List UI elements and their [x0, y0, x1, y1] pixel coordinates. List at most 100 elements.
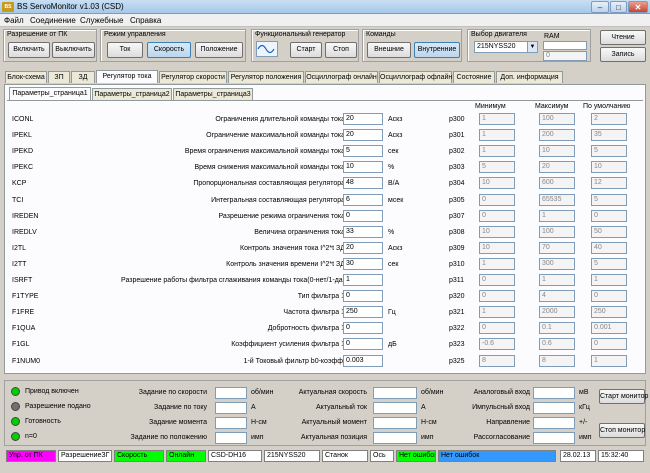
monitor-label: Аналоговый вход	[473, 389, 530, 396]
stop-monitor-button[interactable]: Стоп монитор	[599, 423, 645, 438]
param-default: 5	[591, 258, 627, 270]
param-max: 1	[539, 274, 575, 286]
menu-service[interactable]: Служебные	[80, 16, 123, 25]
position-mode-button[interactable]: Положение	[195, 42, 243, 58]
param-description: Время снижения максимальной команды тока	[194, 164, 345, 171]
pc-enable-group: Разрешение от ПК Включить Выключить	[3, 29, 97, 62]
speed-mode-button[interactable]: Скорость	[147, 42, 191, 58]
generator-stop-button[interactable]: Стоп	[325, 42, 357, 58]
maximize-button[interactable]: □	[610, 1, 627, 13]
param-value-input[interactable]: 10	[343, 161, 383, 173]
param-min: 1	[479, 258, 515, 270]
param-description: Время ограничения максимальной команды т…	[184, 148, 345, 155]
param-value-input[interactable]: 0	[343, 338, 383, 350]
minimize-button[interactable]: –	[591, 1, 609, 13]
monitor-label: Актуальная позиция	[300, 434, 367, 441]
param-id: IPEKD	[12, 148, 34, 155]
tab-extra-info[interactable]: Доп. информация	[496, 71, 563, 83]
param-value-input[interactable]: 5	[343, 145, 383, 157]
disable-button[interactable]: Выключить	[52, 42, 95, 58]
tab-current-regulator[interactable]: Регулятор тока	[96, 70, 158, 83]
param-value-input[interactable]: 0	[343, 210, 383, 222]
param-value-input[interactable]: 30	[343, 258, 383, 270]
param-default: 2	[591, 113, 627, 125]
column-header-min: Минимум	[475, 103, 506, 110]
param-value-input[interactable]: 250	[343, 306, 383, 318]
ram-label: RAM	[544, 33, 560, 40]
write-button[interactable]: Запись	[600, 47, 646, 62]
param-min: 0	[479, 290, 515, 302]
tab-block-diagram[interactable]: Блок-схема	[5, 71, 47, 83]
function-generator-label: Функциональный генератор	[255, 31, 346, 38]
tab-scope-offline[interactable]: Осциллограф офлайн	[379, 71, 452, 83]
param-max: 600	[539, 177, 575, 189]
param-value-input[interactable]: 20	[343, 129, 383, 141]
menu-help[interactable]: Справка	[130, 16, 161, 25]
param-description: Величина ограничения тока	[254, 229, 345, 236]
tab-zp[interactable]: ЗП	[48, 71, 70, 83]
tab-position-regulator[interactable]: Регулятор положения	[228, 71, 304, 83]
monitor-label: Актуальный ток	[316, 404, 367, 411]
monitor-label: Импульсный вход	[472, 404, 530, 411]
external-commands-button[interactable]: Внешние	[367, 42, 411, 58]
param-id: F1FRE	[12, 309, 35, 316]
monitor-unit: кГц	[579, 404, 590, 411]
monitor-label: Задание по току	[153, 404, 207, 411]
param-code: р310	[449, 261, 465, 268]
tab-zd[interactable]: ЗД	[71, 71, 95, 83]
param-value-input[interactable]: 48	[343, 177, 383, 189]
close-button[interactable]: ✕	[628, 1, 648, 13]
param-code: р307	[449, 213, 465, 220]
param-value-input[interactable]: 33	[343, 226, 383, 238]
monitor-unit: Н-см	[421, 419, 437, 426]
param-unit: сек	[388, 148, 399, 155]
param-value-input[interactable]: 0.003	[343, 355, 383, 367]
subtab-page2[interactable]: Параметры_страница2	[92, 88, 172, 100]
start-monitor-button[interactable]: Старт монитор	[599, 389, 648, 404]
param-id: TCI	[12, 197, 24, 204]
torque-mode-button[interactable]: Ток	[107, 42, 143, 58]
monitor-value	[533, 432, 575, 444]
param-value-input[interactable]: 20	[343, 113, 383, 125]
param-description: Частота фильтра 1	[283, 309, 345, 316]
tab-speed-regulator[interactable]: Регулятор скорости	[159, 71, 227, 83]
status-cell: Нет ошибок	[438, 450, 556, 462]
function-generator-group: Функциональный генератор Старт Стоп	[251, 29, 359, 62]
param-value-input[interactable]: 1	[343, 274, 383, 286]
tab-state[interactable]: Состояние	[453, 71, 495, 83]
chevron-down-icon[interactable]: ▼	[527, 42, 537, 52]
param-min: 5	[479, 161, 515, 173]
param-id: F1GL	[12, 341, 30, 348]
subtab-page1[interactable]: Параметры_страница1	[9, 87, 91, 100]
param-id: IREDLV	[12, 229, 37, 236]
param-default: 0	[591, 338, 627, 350]
param-id: I2TT	[12, 261, 27, 268]
menu-file[interactable]: Файл	[4, 16, 24, 25]
param-code: р302	[449, 148, 465, 155]
param-default: 12	[591, 177, 627, 189]
param-value-input[interactable]: 6	[343, 194, 383, 206]
internal-commands-button[interactable]: Внутренние	[414, 42, 460, 58]
monitor-unit: имп	[579, 434, 592, 441]
monitor-unit: +/-	[579, 419, 588, 426]
motor-select[interactable]: 215NYSS20 ▼	[474, 41, 538, 53]
subtab-page3[interactable]: Параметры_страница3	[173, 88, 253, 100]
generator-start-button[interactable]: Старт	[290, 42, 322, 58]
menu-connection[interactable]: Соединение	[30, 16, 76, 25]
pc-enable-label: Разрешение от ПК	[7, 31, 68, 38]
param-value-input[interactable]: 0	[343, 322, 383, 334]
status-cell: 28.02.13	[560, 450, 596, 462]
read-button[interactable]: Чтение	[600, 30, 646, 45]
param-description: Разрешение работы фильтра сглаживания ко…	[121, 277, 345, 284]
param-value-input[interactable]: 0	[343, 290, 383, 302]
enable-button[interactable]: Включить	[8, 42, 50, 58]
tab-scope-online[interactable]: Осциллограф онлайн	[305, 71, 378, 83]
monitor-label: Рассогласование	[473, 434, 530, 441]
ram-field[interactable]	[543, 41, 587, 50]
param-value-input[interactable]: 20	[343, 242, 383, 254]
param-min: 0	[479, 210, 515, 222]
param-max: 1	[539, 210, 575, 222]
param-id: F1NUM0	[12, 358, 41, 365]
param-default: 50	[591, 226, 627, 238]
motor-select-value: 215NYSS20	[477, 43, 516, 50]
